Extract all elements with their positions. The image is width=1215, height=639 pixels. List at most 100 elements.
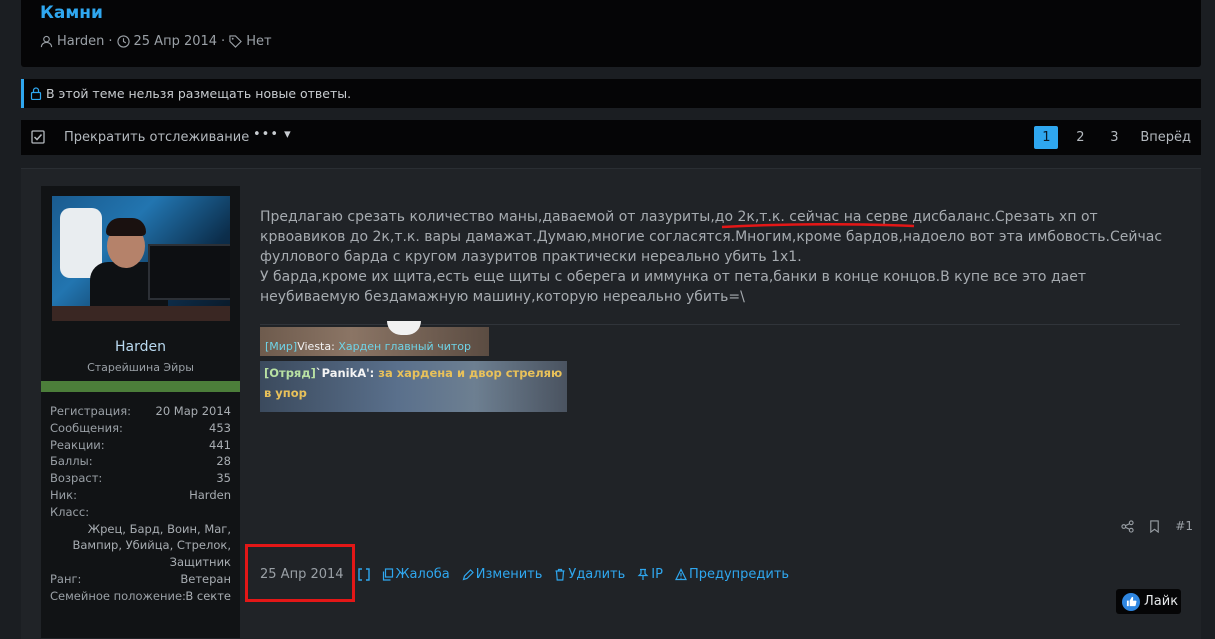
stat-label: Сообщения: bbox=[50, 420, 123, 435]
stat-label: Баллы: bbox=[50, 454, 93, 469]
thread-header: Камни Harden · 25 Апр 2014 · Нет bbox=[21, 0, 1201, 67]
pencil-icon bbox=[462, 568, 474, 580]
avatar-desk bbox=[52, 306, 230, 321]
caret-down-icon: ▾ bbox=[284, 127, 292, 142]
warn-link[interactable]: Предупредить bbox=[674, 566, 790, 582]
stat-value: 35 bbox=[216, 471, 231, 486]
more-dots: ••• bbox=[253, 127, 280, 142]
share-icon[interactable] bbox=[1121, 519, 1134, 533]
message-body: Предлагаю срезать количество маны,даваем… bbox=[260, 207, 1180, 307]
thumbs-up-icon bbox=[1122, 592, 1140, 611]
stat-value: Ветеран bbox=[180, 571, 231, 586]
stat-row: Регистрация: 20 Мар 2014 bbox=[50, 403, 231, 420]
chat-line: [Отряд]`PanikA': за хардена и двор стрел… bbox=[264, 363, 564, 403]
bookmark-icon[interactable] bbox=[1148, 519, 1161, 533]
stat-value: 28 bbox=[216, 454, 231, 469]
warn-label: Предупредить bbox=[688, 566, 790, 582]
stat-value: Harden bbox=[189, 487, 231, 502]
chat-channel: [Отряд] bbox=[264, 366, 316, 380]
stat-label: Ранг: bbox=[50, 571, 82, 586]
chat-channel: [Мир] bbox=[265, 340, 298, 353]
message-text: Предлагаю срезать количество маны,даваем… bbox=[260, 209, 790, 225]
stat-value: В секте bbox=[185, 588, 231, 603]
stat-row: Реакции: 441 bbox=[50, 437, 231, 454]
clock-icon bbox=[116, 35, 130, 48]
class-line: Вампир, Убийца, Стрелок, bbox=[72, 538, 231, 553]
ip-link[interactable]: IP bbox=[637, 567, 663, 582]
message-paragraph: Предлагаю срезать количество маны,даваем… bbox=[260, 207, 1180, 267]
post-share-actions: #1 bbox=[1121, 519, 1193, 533]
unwatch-button[interactable]: Прекратить отслеживание bbox=[64, 130, 249, 145]
user-stats: Регистрация: 20 Мар 2014 Сообщения: 453 Ре… bbox=[50, 403, 231, 605]
stat-value: 441 bbox=[209, 437, 231, 452]
user-cell: Harden Старейшина Эйры Регистрация: 20 Ма… bbox=[41, 186, 240, 638]
stat-label: Возраст: bbox=[50, 471, 103, 486]
stat-row: Баллы: 28 bbox=[50, 453, 231, 470]
thread-author[interactable]: Harden bbox=[57, 34, 104, 49]
username[interactable]: Harden bbox=[41, 339, 240, 355]
screenshot-image-2[interactable]: [Отряд]`PanikA': за хардена и двор стрел… bbox=[260, 361, 567, 412]
page-1[interactable]: 1 bbox=[1034, 126, 1059, 149]
ip-label: IP bbox=[651, 566, 663, 582]
thread-date[interactable]: 25 Апр 2014 bbox=[134, 34, 218, 49]
pagination: 1 2 3 Вперёд bbox=[1024, 126, 1191, 149]
class-line: Защитник bbox=[169, 555, 231, 570]
like-button[interactable]: Лайк bbox=[1116, 589, 1181, 614]
meta-separator: · bbox=[108, 34, 113, 49]
red-highlight-box bbox=[245, 544, 355, 602]
stat-row: Возраст: 35 bbox=[50, 470, 231, 487]
warning-icon bbox=[674, 567, 687, 580]
page-2[interactable]: 2 bbox=[1068, 126, 1092, 149]
like-label: Лайк bbox=[1144, 594, 1179, 609]
pin-icon bbox=[637, 568, 649, 580]
post-number[interactable]: #1 bbox=[1175, 519, 1193, 533]
page-3[interactable]: 3 bbox=[1102, 126, 1126, 149]
avatar-monitor bbox=[148, 244, 230, 300]
stat-value[interactable]: 453 bbox=[209, 420, 231, 437]
delete-label: Удалить bbox=[568, 566, 626, 582]
post: Harden Старейшина Эйры Регистрация: 20 Ма… bbox=[21, 168, 1201, 639]
chat-sender: Viesta: bbox=[297, 340, 339, 353]
chat-sender: `PanikA': bbox=[315, 366, 379, 380]
more-menu-button[interactable]: ••• ▾ bbox=[253, 127, 292, 142]
edit-link[interactable]: Изменить bbox=[462, 566, 543, 582]
report-link[interactable]: Жалоба bbox=[382, 567, 450, 582]
thread-title: Камни bbox=[40, 3, 103, 23]
tags-icon bbox=[229, 35, 243, 48]
stat-label: Реакции: bbox=[50, 437, 105, 452]
stat-label: Семейное положение: bbox=[50, 588, 186, 603]
thread-tags: Нет bbox=[246, 34, 272, 49]
chat-line: [Мир]Viesta: Харден главный читор bbox=[265, 340, 471, 353]
copy-icon bbox=[382, 567, 393, 581]
stat-label: Регистрация: bbox=[50, 404, 131, 418]
image-decoration bbox=[387, 321, 421, 335]
class-list: Жрец, Бард, Воин, Маг, Вампир, Убийца, С… bbox=[50, 521, 231, 571]
user-banner bbox=[41, 381, 240, 392]
stat-label: Ник: bbox=[50, 487, 77, 502]
stat-row: Ранг: Ветеран bbox=[50, 571, 231, 588]
edit-label: Изменить bbox=[475, 566, 543, 582]
locked-notice-text: В этой теме нельзя размещать новые ответ… bbox=[46, 86, 352, 101]
delete-link[interactable]: Удалить bbox=[554, 567, 625, 582]
select-toggle[interactable] bbox=[357, 567, 370, 581]
thread-meta: Harden · 25 Апр 2014 · Нет bbox=[40, 34, 272, 49]
next-page-link[interactable]: Вперёд bbox=[1140, 126, 1191, 149]
stat-row: Класс: bbox=[50, 504, 231, 521]
lock-icon bbox=[30, 87, 42, 100]
avatar[interactable] bbox=[52, 196, 230, 321]
user-title: Старейшина Эйры bbox=[87, 361, 194, 374]
locked-notice: В этой теме нельзя размещать новые ответ… bbox=[21, 79, 1201, 108]
red-underline-annotation bbox=[721, 223, 915, 229]
chat-message: Харден главный читор bbox=[338, 340, 471, 353]
class-line: Жрец, Бард, Воин, Маг, bbox=[87, 521, 231, 536]
stat-label: Класс: bbox=[50, 504, 90, 519]
stat-value: 20 Мар 2014 bbox=[155, 404, 231, 418]
checkbox-icon[interactable] bbox=[31, 130, 45, 144]
screenshot-image-1[interactable]: [Мир]Viesta: Харден главный читор bbox=[260, 321, 489, 356]
message-paragraph: У барда,кроме их щита,есть еще щиты с об… bbox=[260, 269, 1086, 305]
stat-row: Сообщения: 453 bbox=[50, 420, 231, 437]
stat-row: Ник: Harden bbox=[50, 487, 231, 504]
stat-row: Семейное положение: В секте bbox=[50, 588, 231, 605]
user-icon bbox=[40, 35, 53, 48]
bracket-icon bbox=[357, 567, 370, 581]
